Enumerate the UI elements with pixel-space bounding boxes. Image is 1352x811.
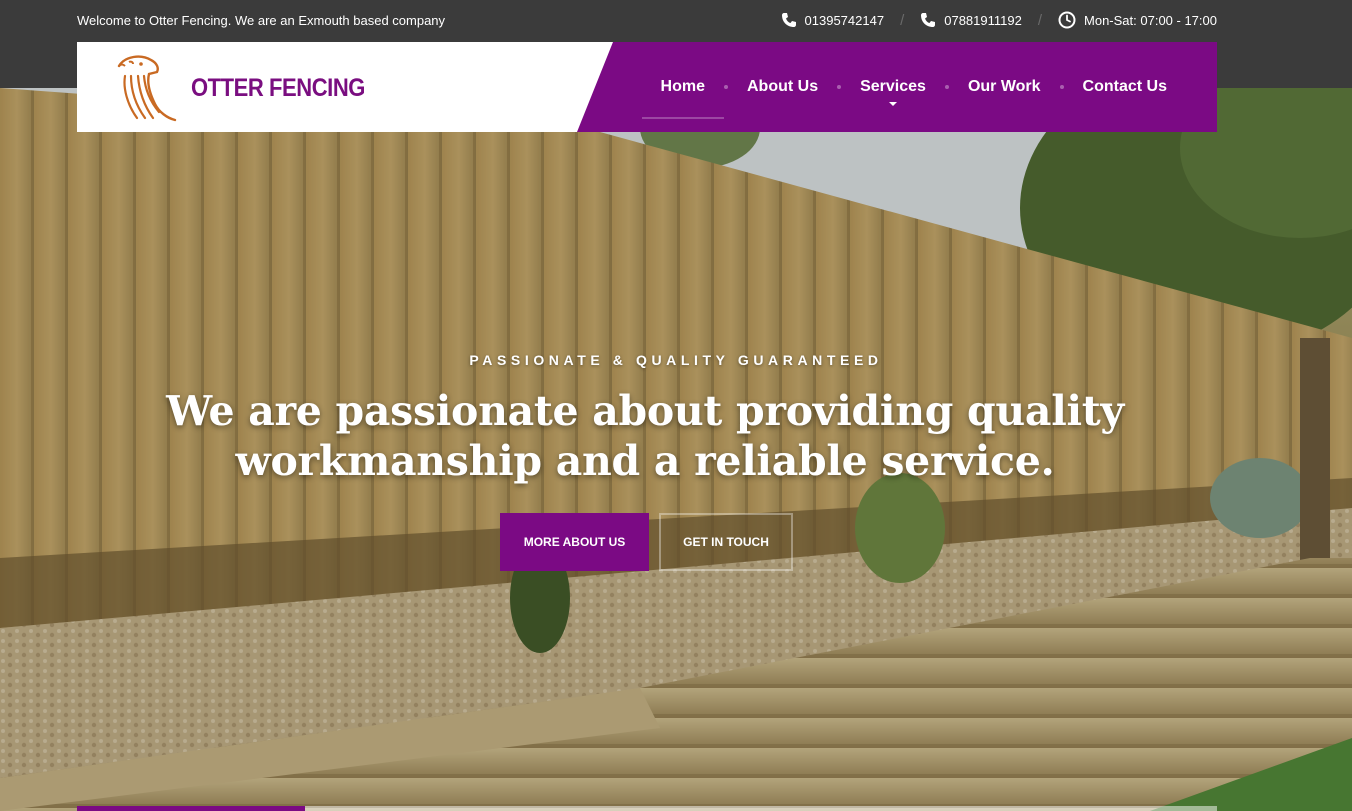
separator: / [900, 11, 905, 29]
nav-contact-us[interactable]: Contact Us [1083, 78, 1167, 96]
slider-progress [77, 806, 1217, 811]
hero-kicker: PASSIONATE & QUALITY GUARANTEED [469, 352, 883, 368]
logo[interactable]: OTTER FENCING [111, 52, 389, 124]
separator: / [1037, 11, 1043, 29]
nav-panel: Home About Us Services Our Work Contact … [577, 42, 1217, 132]
clock-icon [1058, 11, 1076, 29]
nav-separator-dot [837, 85, 842, 89]
nav-home[interactable]: Home [641, 78, 725, 119]
main-nav: Home About Us Services Our Work Contact … [641, 42, 1167, 132]
phone-icon [781, 13, 796, 27]
nav-separator-dot [1059, 85, 1064, 89]
site-header: OTTER FENCING Home About Us Services Our… [77, 42, 1217, 132]
nav-our-work[interactable]: Our Work [968, 78, 1041, 96]
welcome-text: Welcome to Otter Fencing. We are an Exmo… [77, 13, 446, 28]
hero-content: PASSIONATE & QUALITY GUARANTEED We are p… [0, 88, 1352, 811]
phone-1[interactable]: 01395742147 [781, 12, 885, 28]
slider-progress-active [77, 806, 305, 811]
more-about-us-button[interactable]: MORE ABOUT US [500, 513, 649, 571]
hours-text: Mon-Sat: 07:00 - 17:00 [1084, 12, 1217, 28]
nav-separator-dot [944, 85, 949, 89]
hero-headline: We are passionate about providing qualit… [166, 387, 1124, 485]
nav-about-us[interactable]: About Us [747, 78, 818, 96]
brand-name: OTTER FENCING [191, 73, 365, 102]
nav-services-label: Services [860, 78, 926, 95]
phone-2[interactable]: 07881911192 [920, 12, 1022, 28]
chevron-down-icon [889, 102, 898, 106]
phone-2-text: 07881911192 [944, 12, 1022, 28]
phone-1-text: 01395742147 [804, 12, 885, 28]
nav-services[interactable]: Services [860, 78, 926, 106]
phone-icon [921, 13, 936, 27]
nav-separator-dot [723, 85, 728, 89]
top-contacts: 01395742147 / 07881911192 / Mon-Sat: 07:… [781, 11, 1217, 29]
opening-hours: Mon-Sat: 07:00 - 17:00 [1058, 11, 1217, 29]
otter-logo-icon [117, 55, 177, 122]
get-in-touch-button[interactable]: GET IN TOUCH [659, 513, 793, 571]
